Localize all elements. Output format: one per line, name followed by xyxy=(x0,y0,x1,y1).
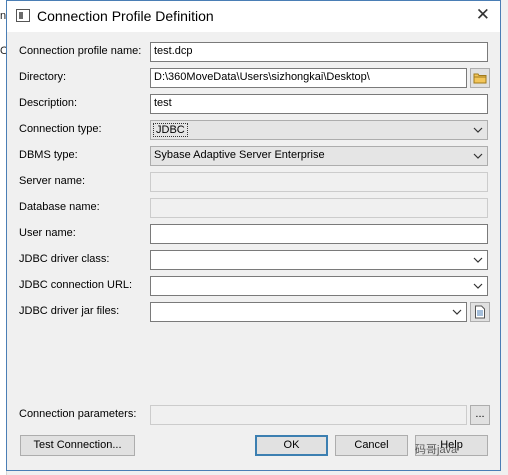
chevron-down-icon xyxy=(472,123,484,137)
directory-label: Directory: xyxy=(19,71,67,83)
profile-name-label: Connection profile name: xyxy=(19,45,142,57)
chevron-down-icon xyxy=(472,279,484,293)
connection-url-select[interactable] xyxy=(150,276,488,296)
directory-input[interactable]: D:\360MoveData\Users\sizhongkai\Desktop\ xyxy=(150,68,467,88)
driver-class-label: JDBC driver class: xyxy=(19,253,110,265)
server-name-label: Server name: xyxy=(19,175,86,187)
watermark: 码哥java xyxy=(415,441,457,457)
title-bar: Connection Profile Definition ✕ xyxy=(7,1,500,32)
user-name-label: User name: xyxy=(19,227,76,239)
chevron-down-icon xyxy=(472,253,484,267)
database-name-input xyxy=(150,198,488,218)
close-icon[interactable]: ✕ xyxy=(476,5,490,25)
browse-folder-button[interactable] xyxy=(470,68,490,88)
jar-files-label: JDBC driver jar files: xyxy=(19,305,120,317)
edit-jar-files-button[interactable] xyxy=(470,302,490,322)
dbms-type-select[interactable]: Sybase Adaptive Server Enterprise xyxy=(150,146,488,166)
profile-name-input[interactable]: test.dcp xyxy=(150,42,488,62)
connection-params-ellipsis-button[interactable]: ... xyxy=(470,405,490,425)
chevron-down-icon xyxy=(472,149,484,163)
description-label: Description: xyxy=(19,97,78,109)
connection-type-select[interactable]: JDBC xyxy=(150,120,488,140)
watermark-text: 码哥java xyxy=(415,444,458,456)
user-name-input[interactable] xyxy=(150,224,488,244)
dbms-type-value: Sybase Adaptive Server Enterprise xyxy=(154,149,325,161)
dbms-type-label: DBMS type: xyxy=(19,149,78,161)
driver-class-select[interactable] xyxy=(150,250,488,270)
server-name-input xyxy=(150,172,488,192)
dialog-title: Connection Profile Definition xyxy=(37,8,214,24)
database-name-label: Database name: xyxy=(19,201,100,213)
window-icon xyxy=(16,9,30,22)
connection-url-label: JDBC connection URL: xyxy=(19,279,133,291)
connection-type-value: JDBC xyxy=(153,123,188,137)
description-input[interactable]: test xyxy=(150,94,488,114)
test-connection-button[interactable]: Test Connection... xyxy=(20,435,135,456)
connection-params-label: Connection parameters: xyxy=(19,408,137,420)
connection-type-label: Connection type: xyxy=(19,123,102,135)
folder-icon xyxy=(473,73,487,84)
ok-button[interactable]: OK xyxy=(255,435,328,456)
cancel-button[interactable]: Cancel xyxy=(335,435,408,456)
document-icon xyxy=(475,305,485,319)
jar-files-select[interactable] xyxy=(150,302,467,322)
chevron-down-icon xyxy=(451,305,463,319)
connection-profile-dialog: Connection Profile Definition ✕ Connecti… xyxy=(6,0,501,471)
connection-params-input xyxy=(150,405,467,425)
